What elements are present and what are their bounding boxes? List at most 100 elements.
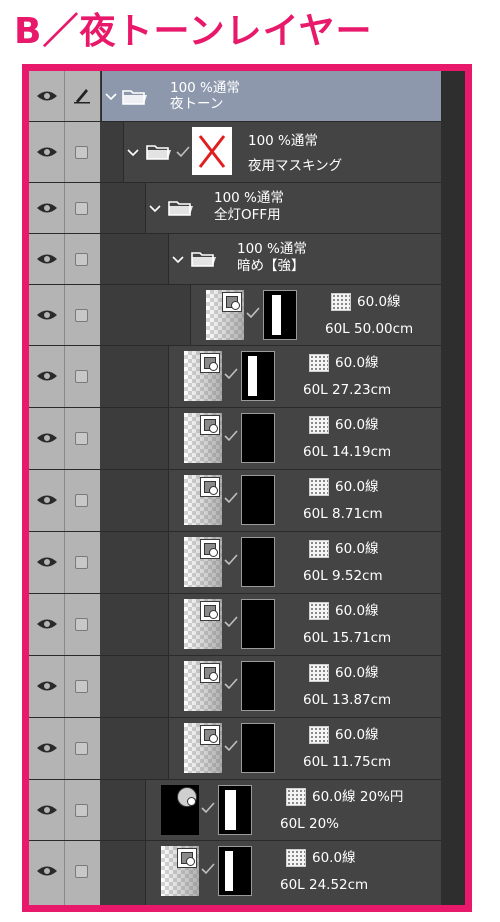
checkmark-icon <box>246 307 260 319</box>
layer-name: 暗め【強】 <box>237 258 305 274</box>
layer-row-folder[interactable]: 100 %通常 夜用マスキング <box>29 122 441 183</box>
layer-tone: 60.0線 <box>335 479 379 495</box>
layer-row-tone[interactable]: 60.0線 60L 15.71cm <box>29 594 441 656</box>
layer-row-tone[interactable]: 60.0線 60L 13.87cm <box>29 656 441 718</box>
layer-mask-thumbnail <box>241 537 275 587</box>
layer-mask-thumbnail <box>241 475 275 525</box>
layer-mask-thumbnail <box>241 661 275 711</box>
layer-scrollbar[interactable] <box>441 71 465 905</box>
eye-icon[interactable] <box>36 146 58 158</box>
checkmark-icon <box>224 554 238 566</box>
eye-icon[interactable] <box>36 432 58 444</box>
layer-name: 60L 14.19cm <box>303 444 392 460</box>
eye-icon[interactable] <box>36 865 58 877</box>
tone-icon <box>286 849 306 867</box>
eye-icon[interactable] <box>36 90 58 102</box>
layer-row-folder[interactable]: 100 %通常 全灯OFF用 <box>29 183 441 234</box>
layer-row-tone[interactable]: 60.0線 60L 11.75cm <box>29 718 441 780</box>
layer-tone: 60.0線 <box>335 727 379 743</box>
lock-checkbox[interactable] <box>75 804 88 817</box>
layer-thumbnail <box>184 661 222 711</box>
eye-icon[interactable] <box>36 309 58 321</box>
lock-checkbox[interactable] <box>75 146 88 159</box>
layer-tone: 60.0線 <box>335 541 379 557</box>
layer-row-tone[interactable]: 60.0線 20%円 60L 20% <box>29 780 441 841</box>
tone-icon <box>331 293 351 311</box>
chevron-down-icon[interactable] <box>149 205 161 213</box>
page-title: B／夜トーンレイヤー <box>14 11 373 52</box>
eye-icon[interactable] <box>36 253 58 265</box>
lock-checkbox[interactable] <box>75 309 88 322</box>
layer-mask-thumbnail <box>241 599 275 649</box>
layer-panel-frame: 100 %通常 夜トーン 100 %通常 夜用マスキング 100 %通常 全灯O… <box>22 64 472 912</box>
layer-row-tone[interactable]: 60.0線 60L 27.23cm <box>29 346 441 408</box>
lock-checkbox[interactable] <box>75 494 88 507</box>
layer-name: 夜用マスキング <box>248 158 343 174</box>
lock-checkbox[interactable] <box>75 742 88 755</box>
layer-name: 60L 13.87cm <box>303 692 392 708</box>
layer-row-tone[interactable]: 60.0線 60L 14.19cm <box>29 408 441 470</box>
layer-tone: 60.0線 <box>335 603 379 619</box>
layer-thumbnail <box>184 475 222 525</box>
layer-row-tone[interactable]: 60.0線 60L 50.00cm <box>29 285 441 346</box>
layer-mask-thumbnail <box>241 723 275 773</box>
layer-tone: 60.0線 <box>335 417 379 433</box>
layer-tone: 60.0線 <box>357 294 401 310</box>
checkmark-icon <box>224 678 238 690</box>
layer-blend: 100 %通常 <box>170 80 240 96</box>
checkmark-icon <box>201 863 215 875</box>
layer-thumbnail <box>184 351 222 401</box>
folder-icon <box>146 145 171 160</box>
tone-icon <box>309 354 329 372</box>
chevron-down-icon[interactable] <box>105 93 117 101</box>
eye-icon[interactable] <box>36 202 58 214</box>
lock-checkbox[interactable] <box>75 556 88 569</box>
layer-row-tone[interactable]: 60.0線 60L 9.52cm <box>29 532 441 594</box>
layer-name: 60L 20% <box>280 816 339 832</box>
layer-row-tone[interactable]: 60.0線 60L 24.52cm <box>29 841 441 905</box>
layer-row-folder[interactable]: 100 %通常 暗め【強】 <box>29 234 441 285</box>
pen-icon[interactable] <box>73 86 91 104</box>
layer-blend: 100 %通常 <box>237 241 307 257</box>
tone-icon <box>309 602 329 620</box>
lock-checkbox[interactable] <box>75 432 88 445</box>
layer-name: 60L 24.52cm <box>280 877 369 893</box>
folder-icon <box>122 90 147 105</box>
tone-icon <box>309 478 329 496</box>
eye-icon[interactable] <box>36 370 58 382</box>
layer-panel: 100 %通常 夜トーン 100 %通常 夜用マスキング 100 %通常 全灯O… <box>29 71 465 905</box>
checkmark-icon <box>224 368 238 380</box>
layer-thumbnail <box>184 413 222 463</box>
layer-thumbnail <box>161 785 199 835</box>
checkmark-icon <box>224 430 238 442</box>
lock-checkbox[interactable] <box>75 253 88 266</box>
eye-icon[interactable] <box>36 680 58 692</box>
lock-checkbox[interactable] <box>75 370 88 383</box>
eye-icon[interactable] <box>36 618 58 630</box>
layer-name: 60L 50.00cm <box>325 321 414 337</box>
layer-row-tone[interactable]: 60.0線 60L 8.71cm <box>29 470 441 532</box>
tone-icon <box>309 416 329 434</box>
layer-tone: 60.0線 <box>312 850 356 866</box>
layer-mask-thumbnail <box>263 290 297 340</box>
lock-checkbox[interactable] <box>75 680 88 693</box>
layer-name: 全灯OFF用 <box>214 207 281 223</box>
eye-icon[interactable] <box>36 804 58 816</box>
eye-icon[interactable] <box>36 556 58 568</box>
lock-checkbox[interactable] <box>75 202 88 215</box>
layer-row-folder[interactable]: 100 %通常 夜トーン <box>29 71 441 122</box>
folder-icon <box>168 201 193 216</box>
layer-mask-thumbnail <box>241 351 275 401</box>
layer-thumbnail <box>206 290 244 340</box>
layer-name: 60L 15.71cm <box>303 630 392 646</box>
checkmark-icon <box>176 146 190 158</box>
lock-checkbox[interactable] <box>75 618 88 631</box>
lock-checkbox[interactable] <box>75 865 88 878</box>
chevron-down-icon[interactable] <box>172 256 184 264</box>
tone-icon <box>309 726 329 744</box>
chevron-down-icon[interactable] <box>127 149 139 157</box>
layer-mask-thumbnail <box>218 846 252 896</box>
eye-icon[interactable] <box>36 742 58 754</box>
layer-tone: 60.0線 <box>335 665 379 681</box>
eye-icon[interactable] <box>36 494 58 506</box>
